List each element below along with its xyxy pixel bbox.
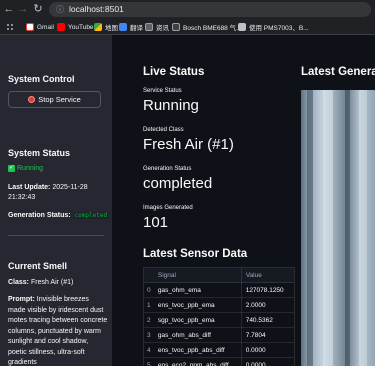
back-icon[interactable]: ← [3,3,15,15]
last-update: Last Update: 2025-11-28 21:32:43 [8,183,108,203]
youtube-icon [57,23,65,31]
table-row: 1 ens_tvoc_ppb_ema 2.0000 [144,297,294,313]
row-index: 5 [147,361,151,366]
prompt-label: Prompt: [8,296,35,303]
class-value: Fresh Air (#1) [30,279,74,286]
images-generated-label: Images Generated [143,205,193,211]
generation-status-value: completed [143,175,213,192]
sensor-table[interactable]: Signal Value 0 gas_ohm_ema 127078.1250 1… [143,267,295,366]
url-text[interactable]: localhost:8501 [69,3,124,16]
row-index: 0 [147,286,151,294]
site-info-icon[interactable]: ⓘ [56,5,65,14]
main-content: Live Status Service Status Running Detec… [112,35,375,366]
class-label: Class: [8,279,30,286]
row-index: 1 [147,301,151,309]
system-control-heading: System Control [8,74,75,84]
generation-status: Generation Status: completed [8,211,110,221]
sidebar: System Control Stop Service System Statu… [0,35,112,366]
news-icon [145,23,153,31]
bookmark-label: YouTube [68,23,94,31]
stop-service-button[interactable]: Stop Service [8,91,101,108]
signal-cell: gas_ohm_ema [157,286,201,294]
table-row: 4 ens_tvoc_ppb_abs_diff 0.0000 [144,342,294,358]
reload-icon[interactable]: ↻ [32,3,44,15]
bookmark-label: 资讯 [156,25,169,32]
bookmark-youtube[interactable]: YouTube [57,21,94,33]
images-generated-value: 101 [143,214,169,231]
table-row: 2 sgp_tvoc_ppb_ema 740.5362 [144,312,294,328]
bookmark-pms7003[interactable]: 使用 PMS7003、B... [238,21,309,33]
status-text: Running [17,165,44,172]
value-cell: 2.0000 [240,297,294,313]
signal-cell: ens_eco2_ppm_abs_diff [157,361,229,366]
maps-icon [94,23,102,31]
signal-cell: ens_tvoc_ppb_abs_diff [157,346,225,354]
check-icon: ✓ [8,165,15,172]
detected-class-label: Detected Class [143,127,184,133]
signal-cell: gas_ohm_abs_diff [157,331,211,339]
bookmark-label: 翻译 [130,25,143,32]
stop-service-label: Stop Service [38,95,81,104]
row-index: 3 [147,331,151,339]
table-row: 3 gas_ohm_abs_diff 7.7804 [144,327,294,343]
value-cell: 740.5362 [240,312,294,328]
generation-status-code: completed [72,212,110,219]
status-running: ✓ Running [8,165,43,172]
bookmark-news[interactable]: 资讯 [145,21,169,33]
value-header[interactable]: Value [240,267,294,283]
address-bar[interactable]: ⓘ localhost:8501 [49,2,371,17]
nav-row: ← → ↻ ⓘ localhost:8501 [0,0,375,19]
prompt-text: Invisible breezes made visible by irides… [8,296,108,366]
grid-icon [6,23,14,31]
smell-class: Class: Fresh Air (#1) [8,278,73,288]
bookmarks-bar: Gmail YouTube 地图 翻译 资讯 Bosch BME688 气...… [0,19,375,35]
divider [8,235,104,236]
value-cell: 127078.1250 [240,282,294,298]
browser-chrome: ← → ↻ ⓘ localhost:8501 Gmail YouTube 地图 … [0,0,375,35]
bookmark-label: Gmail [37,23,54,31]
value-cell: 0.0000 [240,357,294,366]
gmail-icon [26,23,34,31]
signal-header[interactable]: Signal [154,272,241,279]
table-header: Signal Value [144,267,294,283]
bookmark-maps[interactable]: 地图 [94,21,118,33]
detected-class-value: Fresh Air (#1) [143,136,234,153]
generation-status-label: Generation Status: [8,212,71,219]
bookmark-label: 使用 PMS7003、B... [249,25,309,32]
bookmark-gmail[interactable]: Gmail [26,21,54,33]
system-status-heading: System Status [8,148,71,158]
last-update-label: Last Update: [8,184,51,191]
value-cell: 0.0000 [240,342,294,358]
current-smell-heading: Current Smell [8,261,68,271]
smell-prompt: Prompt: Invisible breezes made visible b… [8,295,108,366]
row-index: 4 [147,346,151,354]
bosch-icon [172,23,180,31]
table-row: 0 gas_ohm_ema 127078.1250 [144,282,294,298]
bookmark-label: Bosch BME688 气... [183,25,242,32]
stop-icon [28,96,36,103]
bookmark-bosch[interactable]: Bosch BME688 气... [172,21,242,33]
table-row: 5 ens_eco2_ppm_abs_diff 0.0000 [144,357,294,366]
sensor-data-heading: Latest Sensor Data [143,248,248,260]
page-icon [238,23,246,31]
bookmark-apps[interactable] [6,21,14,33]
generation-status-label: Generation Status [143,166,192,172]
signal-cell: ens_tvoc_ppb_ema [157,301,215,309]
service-status-value: Running [143,97,199,114]
value-cell: 7.7804 [240,327,294,343]
live-status-heading: Live Status [143,66,205,78]
signal-cell: sgp_tvoc_ppb_ema [157,316,215,324]
latest-generated-heading: Latest Generate [301,66,375,78]
generated-image [301,90,375,366]
row-index: 2 [147,316,151,324]
bookmark-label: 地图 [105,25,118,32]
forward-icon[interactable]: → [17,3,29,15]
translate-icon [119,23,127,31]
service-status-label: Service Status [143,88,182,94]
bookmark-translate[interactable]: 翻译 [119,21,143,33]
